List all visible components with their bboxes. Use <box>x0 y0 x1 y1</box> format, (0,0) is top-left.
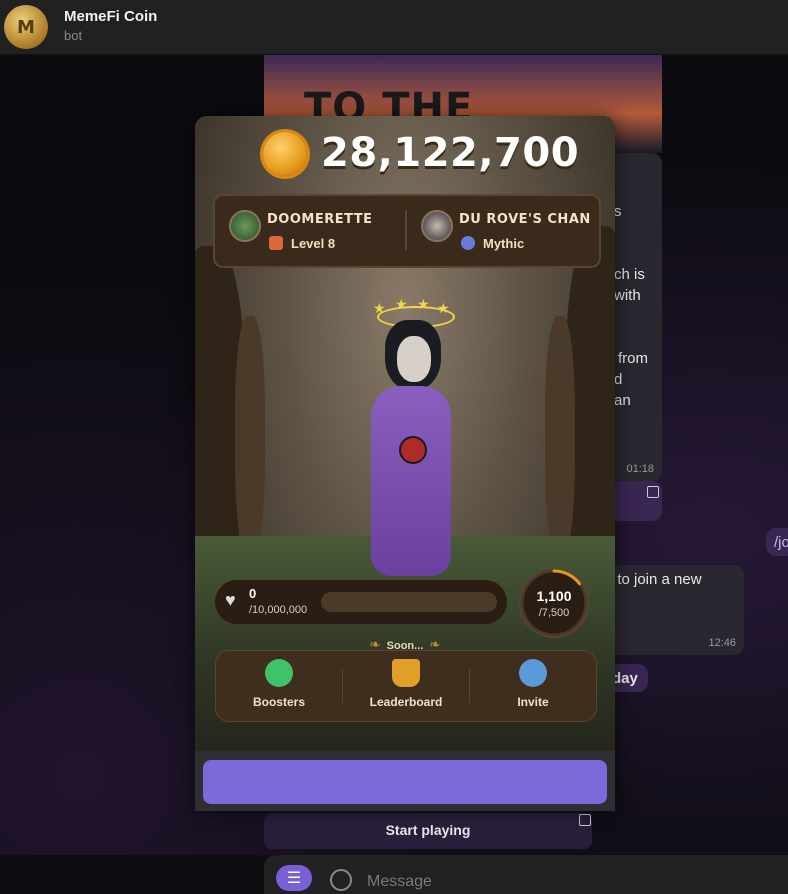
chat-title[interactable]: MemeFi Coin <box>64 8 157 25</box>
energy-track <box>321 592 497 612</box>
menu-button[interactable]: ☰ <box>276 865 312 891</box>
bubble-text: with <box>614 287 641 304</box>
player-avatar <box>229 210 261 242</box>
main-action-button[interactable] <box>203 760 607 804</box>
join-message-bubble: t to join a new 12:46 <box>600 565 744 655</box>
coin-count: 28,122,700 <box>321 130 580 176</box>
tree-trunk <box>545 316 575 556</box>
nav-boosters[interactable]: Boosters <box>216 651 342 721</box>
trophy-icon <box>392 659 420 687</box>
coin-icon <box>263 132 307 176</box>
mythic-badge-icon <box>461 236 475 250</box>
nav-label: Invite <box>517 695 549 709</box>
nav-leaderboard[interactable]: Leaderboard <box>343 651 469 721</box>
bot-avatar[interactable]: M <box>4 5 48 49</box>
bubble-text: ch is <box>614 266 645 283</box>
panel-divider <box>405 210 407 250</box>
nav-label: Boosters <box>252 695 305 709</box>
player-panel[interactable]: DOOMERETTE Level 8 DU ROVE'S CHAN Mythic <box>213 194 601 268</box>
tree-trunk <box>235 316 265 556</box>
energy-bar: ♥ 0 /10,000,000 <box>215 580 507 624</box>
message-input-bar: ☰ Message <box>264 855 788 894</box>
bubble-text: from <box>618 350 648 367</box>
star-icon: ★ <box>417 296 430 312</box>
energy-value: 0 <box>249 586 257 601</box>
coin-balance: 28,122,700 <box>195 128 615 182</box>
star-icon: ★ <box>437 300 450 316</box>
emoji-icon[interactable] <box>330 869 352 891</box>
clan-avatar <box>421 210 453 242</box>
start-playing-label: Start playing <box>385 822 471 838</box>
join-text: t to join a new <box>609 571 702 588</box>
energy-max: /10,000,000 <box>249 604 308 616</box>
character-face <box>397 336 431 382</box>
boss-character[interactable]: ★ ★ ★ ★ <box>335 296 475 576</box>
character-body <box>371 386 451 576</box>
command-bubble: /jo <box>766 528 788 556</box>
bubble-text: an <box>614 392 631 409</box>
bubble-text: s <box>614 203 622 220</box>
game-webapp: 28,122,700 DOOMERETTE Level 8 DU ROVE'S … <box>195 116 615 811</box>
invite-icon <box>519 659 547 687</box>
ring-max: /7,500 <box>538 607 570 619</box>
message-time: 01:18 <box>626 463 654 475</box>
bubble-text: d <box>614 371 623 388</box>
chat-subtitle: bot <box>64 28 83 43</box>
expand-icon <box>579 814 591 826</box>
clan-name: DU ROVE'S CHAN <box>459 212 591 227</box>
turbo-ring[interactable]: 1,100 /7,500 <box>519 568 589 638</box>
expand-icon <box>647 486 659 498</box>
player-name: DOOMERETTE <box>267 212 373 227</box>
message-input[interactable]: Message <box>367 873 432 891</box>
avatar-glyph: M <box>17 16 35 38</box>
star-icon: ★ <box>373 300 386 316</box>
nav-label: Leaderboard <box>369 695 443 709</box>
chat-header: M MemeFi Coin bot <box>0 0 788 55</box>
player-level: Level 8 <box>291 236 336 251</box>
start-playing-button[interactable]: Start playing <box>264 813 592 849</box>
level-badge-icon <box>269 236 283 250</box>
clan-rank: Mythic <box>483 236 525 251</box>
command-text: /jo <box>774 534 788 551</box>
star-icon: ★ <box>395 296 408 312</box>
heart-icon: ♥ <box>225 590 236 610</box>
bottom-nav: Boosters Leaderboard Invite <box>215 650 597 722</box>
message-time: 12:46 <box>708 637 736 649</box>
nav-invite[interactable]: Invite <box>470 651 596 721</box>
character-emblem <box>399 436 427 464</box>
day-text: day <box>612 670 638 687</box>
boosters-icon <box>265 659 293 687</box>
ring-value: 1,100 <box>536 588 572 604</box>
